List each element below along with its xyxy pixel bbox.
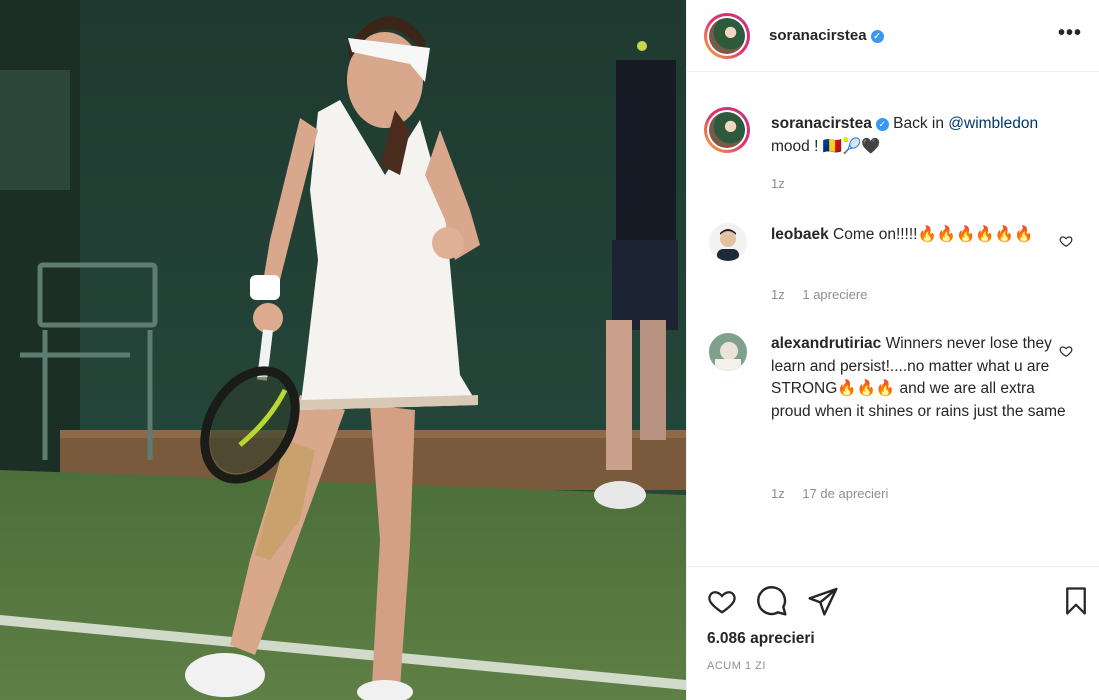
comment: leobaek Come on!!!!!🔥🔥🔥🔥🔥🔥 (771, 224, 1071, 247)
author-username[interactable]: soranacirstea ✓ (769, 27, 884, 44)
caption: soranacirstea ✓ Back in @wimbledon mood !… (771, 113, 1071, 158)
caption-text-after: mood ! 🇷🇴🎾🖤 (771, 137, 881, 155)
comment-meta: 1z 1 apreciere (771, 287, 881, 302)
comment-likes[interactable]: 17 de aprecieri (802, 486, 888, 501)
caption-mention-link[interactable]: @wimbledon (948, 115, 1038, 132)
like-heart-icon[interactable] (706, 586, 738, 616)
comment-username[interactable]: alexandrutiriac (771, 335, 881, 352)
caption-author-avatar[interactable] (704, 107, 750, 153)
author-avatar[interactable] (704, 13, 750, 59)
likes-count[interactable]: 6.086 aprecieri (707, 630, 815, 648)
comment-text: Come on!!!!!🔥🔥🔥🔥🔥🔥 (833, 226, 1034, 243)
heart-icon[interactable] (1059, 344, 1073, 358)
caption-text-before: Back in (893, 115, 949, 132)
heart-icon[interactable] (1059, 234, 1073, 248)
verified-badge-icon: ✓ (870, 30, 884, 43)
post-photo[interactable] (0, 0, 686, 700)
comment-likes[interactable]: 1 apreciere (802, 287, 867, 302)
comment-time[interactable]: 1z (771, 287, 785, 302)
caption-meta: 1z (771, 176, 799, 191)
author-username-text[interactable]: soranacirstea (769, 27, 867, 44)
comment-meta: 1z 17 de aprecieri (771, 486, 902, 501)
post-header: soranacirstea ✓ ••• (687, 0, 1099, 72)
save-bookmark-icon[interactable] (1061, 585, 1091, 617)
more-horizontal-icon[interactable]: ••• (1058, 22, 1082, 45)
share-icon[interactable] (807, 585, 839, 617)
comment-time[interactable]: 1z (771, 486, 785, 501)
comment-icon[interactable] (756, 585, 788, 617)
comment-username[interactable]: leobaek (771, 226, 829, 243)
post-side-panel: soranacirstea ✓ ••• soranacirstea ✓ Back i… (686, 0, 1099, 700)
caption-username[interactable]: soranacirstea (771, 115, 872, 132)
comment-avatar[interactable] (709, 223, 747, 261)
posted-time[interactable]: ACUM 1 ZI (707, 660, 766, 672)
verified-badge-icon: ✓ (875, 118, 889, 131)
caption-time[interactable]: 1z (771, 176, 785, 191)
comment: alexandrutiriac Winners never lose they … (771, 333, 1071, 423)
comment-avatar[interactable] (709, 333, 747, 371)
